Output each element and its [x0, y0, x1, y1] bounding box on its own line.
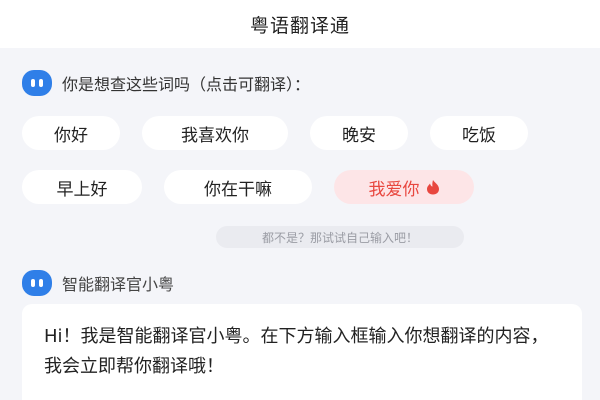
bot-avatar-icon [22, 70, 52, 96]
phrase-chip-label: 你好 [54, 125, 88, 146]
bot-avatar-icon [22, 270, 52, 296]
phrase-chip-woxihuanni[interactable]: 我喜欢你 [142, 116, 288, 150]
phrase-chip-zaoshanghao[interactable]: 早上好 [22, 170, 142, 204]
phrase-chip-label: 我爱你 [368, 179, 420, 200]
suggestion-prompt: 你是想查这些词吗（点击可翻译）： [22, 70, 310, 96]
phrase-chip-nizaiganma[interactable]: 你在干嘛 [164, 170, 312, 204]
phrase-chip-label: 早上好 [56, 179, 108, 200]
phrase-chip-chifan[interactable]: 吃饭 [430, 116, 528, 150]
phrase-chip-label: 晚安 [342, 125, 376, 146]
phrase-chip-label: 我喜欢你 [181, 125, 249, 146]
page-title: 粤语翻译通 [249, 14, 350, 37]
phrase-chip-wanan[interactable]: 晚安 [310, 116, 408, 150]
bot-message-text: Hi！我是智能翻译官小粤。在下方输入框输入你想翻译的内容，我会立即帮你翻译哦！ [44, 326, 549, 377]
bot-message-bubble: Hi！我是智能翻译官小粤。在下方输入框输入你想翻译的内容，我会立即帮你翻译哦！ [22, 304, 582, 400]
flame-icon [426, 180, 439, 195]
bot-header: 智能翻译官小粤 [22, 270, 174, 296]
hint-text: 都不是？那试试自己输入吧！ [261, 230, 418, 245]
phrase-chip-label: 你在干嘛 [204, 179, 272, 200]
phrase-chip-woaini[interactable]: 我爱你 [334, 170, 474, 204]
phrase-chip-label: 吃饭 [462, 125, 496, 146]
prompt-text: 你是想查这些词吗（点击可翻译）： [62, 75, 311, 94]
bot-name: 智能翻译官小粤 [62, 275, 175, 294]
phrase-chip-nihao[interactable]: 你好 [22, 116, 120, 150]
app-header: 粤语翻译通 [0, 0, 600, 48]
input-hint: 都不是？那试试自己输入吧！ [216, 226, 464, 248]
